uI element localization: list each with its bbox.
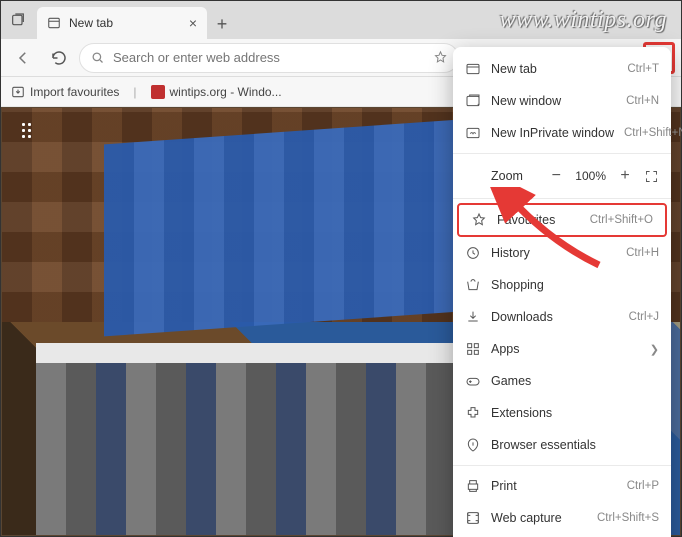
menu-shortcut: Ctrl+J bbox=[629, 311, 659, 323]
bookmark-favicon-icon bbox=[151, 85, 165, 99]
search-icon bbox=[90, 50, 105, 65]
menu-label: New window bbox=[491, 94, 616, 108]
tab-close-button[interactable]: × bbox=[189, 15, 197, 31]
settings-menu: New tab Ctrl+T New window Ctrl+N New InP… bbox=[453, 47, 671, 537]
star-icon[interactable] bbox=[433, 50, 448, 65]
menu-label: Browser essentials bbox=[491, 438, 659, 452]
import-favourites-button[interactable]: Import favourites bbox=[11, 85, 119, 99]
menu-separator bbox=[453, 465, 671, 466]
menu-shopping[interactable]: Shopping bbox=[453, 269, 671, 301]
menu-new-window[interactable]: New window Ctrl+N bbox=[453, 85, 671, 117]
menu-separator bbox=[453, 198, 671, 199]
new-window-icon bbox=[465, 93, 481, 109]
menu-shortcut: Ctrl+N bbox=[626, 95, 659, 107]
apps-icon bbox=[465, 341, 481, 357]
web-capture-icon bbox=[465, 510, 481, 526]
menu-shortcut: Ctrl+H bbox=[626, 247, 659, 259]
import-favourites-label: Import favourites bbox=[30, 85, 119, 99]
menu-favourites[interactable]: Favourites Ctrl+Shift+O bbox=[457, 203, 667, 237]
menu-label: New InPrivate window bbox=[491, 126, 614, 140]
extensions-icon bbox=[465, 405, 481, 421]
print-icon bbox=[465, 478, 481, 494]
menu-essentials[interactable]: Browser essentials bbox=[453, 429, 671, 461]
bookmark-label: wintips.org - Windo... bbox=[170, 85, 282, 99]
menu-label: Apps bbox=[491, 342, 640, 356]
menu-downloads[interactable]: Downloads Ctrl+J bbox=[453, 301, 671, 333]
menu-label: Downloads bbox=[491, 310, 619, 324]
menu-shortcut: Ctrl+Shift+N bbox=[624, 127, 682, 139]
zoom-out-button[interactable]: − bbox=[545, 165, 567, 187]
essentials-icon bbox=[465, 437, 481, 453]
drag-handle-icon[interactable] bbox=[22, 123, 32, 139]
menu-extensions[interactable]: Extensions bbox=[453, 397, 671, 429]
menu-history[interactable]: History Ctrl+H bbox=[453, 237, 671, 269]
menu-shortcut: Ctrl+T bbox=[627, 63, 659, 75]
menu-inprivate[interactable]: New InPrivate window Ctrl+Shift+N bbox=[453, 117, 671, 149]
zoom-in-button[interactable]: + bbox=[614, 165, 636, 187]
newtab-favicon-icon bbox=[47, 16, 61, 30]
address-bar[interactable] bbox=[79, 43, 459, 73]
games-icon bbox=[465, 373, 481, 389]
menu-games[interactable]: Games bbox=[453, 365, 671, 397]
fullscreen-icon[interactable] bbox=[644, 169, 659, 184]
menu-label: Shopping bbox=[491, 278, 659, 292]
address-input[interactable] bbox=[113, 50, 425, 65]
bookmark-item[interactable]: wintips.org - Windo... bbox=[151, 85, 282, 99]
menu-shortcut: Ctrl+Shift+S bbox=[597, 512, 659, 524]
menu-print[interactable]: Print Ctrl+P bbox=[453, 470, 671, 502]
menu-label: Games bbox=[491, 374, 659, 388]
downloads-icon bbox=[465, 309, 481, 325]
tab-title: New tab bbox=[69, 16, 113, 30]
bookmarks-separator: | bbox=[133, 85, 136, 99]
browser-window: New tab × + Import favourites | bbox=[0, 0, 682, 537]
menu-label: Web capture bbox=[491, 511, 587, 525]
browser-tab[interactable]: New tab × bbox=[37, 7, 207, 39]
zoom-label: Zoom bbox=[465, 169, 537, 183]
menu-web-capture[interactable]: Web capture Ctrl+Shift+S bbox=[453, 502, 671, 534]
menu-shortcut: Ctrl+P bbox=[627, 480, 659, 492]
new-tab-icon bbox=[465, 61, 481, 77]
history-icon bbox=[465, 245, 481, 261]
shopping-icon bbox=[465, 277, 481, 293]
watermark-text: www.wintips.org bbox=[499, 7, 667, 34]
menu-shortcut: Ctrl+Shift+O bbox=[590, 214, 653, 226]
inprivate-icon bbox=[465, 125, 481, 141]
chevron-right-icon: ❯ bbox=[650, 343, 659, 356]
menu-label: New tab bbox=[491, 62, 617, 76]
menu-label: Favourites bbox=[497, 213, 580, 227]
menu-separator bbox=[453, 153, 671, 154]
zoom-value: 100% bbox=[575, 169, 606, 183]
refresh-button[interactable] bbox=[43, 42, 75, 74]
back-button[interactable] bbox=[7, 42, 39, 74]
menu-label: Extensions bbox=[491, 406, 659, 420]
menu-label: Print bbox=[491, 479, 617, 493]
favourites-icon bbox=[471, 212, 487, 228]
menu-zoom-row: Zoom − 100% + bbox=[453, 158, 671, 194]
menu-label: History bbox=[491, 246, 616, 260]
new-tab-button[interactable]: + bbox=[207, 9, 237, 39]
menu-new-tab[interactable]: New tab Ctrl+T bbox=[453, 53, 671, 85]
tab-actions-button[interactable] bbox=[1, 1, 35, 39]
menu-apps[interactable]: Apps ❯ bbox=[453, 333, 671, 365]
